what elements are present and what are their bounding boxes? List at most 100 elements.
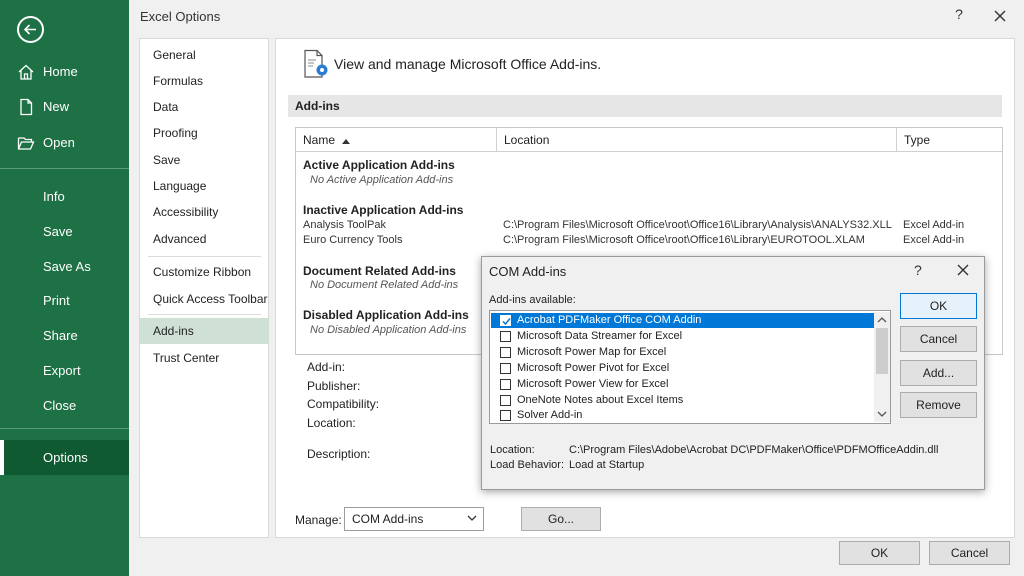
section-title: Add-ins	[288, 95, 1002, 117]
nav-item-trust-center[interactable]: Trust Center	[140, 345, 269, 371]
list-item-label: Microsoft Data Streamer for Excel	[517, 330, 683, 342]
group-empty-text: No Active Application Add-ins	[310, 174, 454, 186]
help-button[interactable]: ?	[949, 6, 969, 26]
backstage-save[interactable]: Save	[0, 214, 129, 249]
nav-item-data[interactable]: Data	[140, 94, 269, 120]
com-load-behavior-value: Load at Startup	[569, 459, 645, 471]
backstage-new-label: New	[43, 99, 70, 114]
addins-available-label: Add-ins available:	[489, 294, 576, 306]
backstage-save-label: Save	[43, 224, 73, 239]
column-header-name[interactable]: Name	[296, 128, 497, 152]
checkbox[interactable]	[500, 410, 511, 421]
backstage-open[interactable]: Open	[0, 125, 129, 160]
backstage-print-label: Print	[43, 293, 70, 308]
backstage-open-label: Open	[43, 135, 75, 150]
com-remove-button[interactable]: Remove	[900, 392, 977, 418]
nav-item-language[interactable]: Language	[140, 173, 269, 199]
nav-item-quick-access-toolbar[interactable]: Quick Access Toolbar	[140, 286, 269, 312]
home-icon	[17, 63, 41, 81]
com-ok-button[interactable]: OK	[900, 293, 977, 319]
ok-button[interactable]: OK	[839, 541, 920, 565]
detail-description-label: Description:	[307, 447, 371, 461]
close-icon[interactable]	[989, 5, 1011, 27]
scrollbar-thumb[interactable]	[876, 328, 888, 374]
table-cell-location: C:\Program Files\Microsoft Office\root\O…	[503, 219, 892, 231]
list-item-label: Solver Add-in	[517, 409, 583, 421]
backstage-divider	[0, 168, 129, 169]
list-item[interactable]: Microsoft Power View for Excel	[491, 377, 874, 392]
nav-item-accessibility[interactable]: Accessibility	[140, 199, 269, 225]
backstage-divider	[0, 428, 129, 429]
list-item-label: Microsoft Power View for Excel	[517, 378, 669, 390]
list-item[interactable]: Microsoft Power Map for Excel	[491, 345, 874, 360]
new-document-icon	[17, 98, 41, 116]
checkbox[interactable]	[500, 379, 511, 390]
nav-item-save[interactable]: Save	[140, 147, 269, 173]
list-item-label: OneNote Notes about Excel Items	[517, 394, 684, 406]
list-item[interactable]: Acrobat PDFMaker Office COM Addin	[491, 313, 874, 328]
table-cell-name[interactable]: Analysis ToolPak	[303, 219, 386, 231]
list-item[interactable]: Microsoft Data Streamer for Excel	[491, 329, 874, 344]
list-scrollbar[interactable]	[874, 312, 890, 422]
group-empty-text: No Document Related Add-ins	[310, 279, 459, 291]
backstage-save-as[interactable]: Save As	[0, 249, 129, 284]
column-name-label: Name	[303, 133, 336, 147]
backstage-share[interactable]: Share	[0, 318, 129, 353]
manage-select[interactable]: COM Add-ins	[344, 507, 484, 531]
cancel-button[interactable]: Cancel	[929, 541, 1010, 565]
nav-item-proofing[interactable]: Proofing	[140, 120, 269, 146]
list-item-label: Acrobat PDFMaker Office COM Addin	[517, 314, 702, 326]
backstage-export[interactable]: Export	[0, 353, 129, 388]
go-button[interactable]: Go...	[521, 507, 601, 531]
detail-addin-label: Add-in:	[307, 360, 346, 374]
back-arrow-icon[interactable]	[17, 16, 44, 43]
com-location-value: C:\Program Files\Adobe\Acrobat DC\PDFMak…	[569, 444, 939, 456]
chevron-down-icon	[467, 515, 477, 521]
com-load-behavior-label: Load Behavior:	[490, 459, 564, 471]
backstage-print[interactable]: Print	[0, 283, 129, 318]
nav-item-formulas[interactable]: Formulas	[140, 68, 269, 94]
table-cell-location: C:\Program Files\Microsoft Office\root\O…	[503, 234, 865, 246]
checkbox[interactable]	[500, 315, 511, 326]
table-cell-type: Excel Add-in	[903, 234, 965, 246]
chevron-up-icon[interactable]	[874, 313, 890, 327]
folder-open-icon	[17, 134, 41, 152]
nav-divider	[148, 314, 261, 315]
list-item[interactable]: Solver Add-in	[491, 408, 874, 423]
backstage-options[interactable]: Options	[0, 440, 129, 475]
group-title: Document Related Add-ins	[303, 264, 456, 278]
list-item[interactable]: OneNote Notes about Excel Items	[491, 393, 874, 408]
column-header-location[interactable]: Location	[497, 128, 897, 152]
nav-item-general[interactable]: General	[140, 42, 269, 68]
com-add-button[interactable]: Add...	[900, 360, 977, 386]
backstage-info-label: Info	[43, 189, 65, 204]
column-header-type[interactable]: Type	[897, 128, 1002, 152]
com-cancel-button[interactable]: Cancel	[900, 326, 977, 352]
table-cell-name[interactable]: Euro Currency Tools	[303, 234, 402, 246]
nav-divider	[148, 256, 261, 257]
checkbox[interactable]	[500, 347, 511, 358]
com-dialog-title: COM Add-ins	[489, 264, 567, 279]
group-title: Disabled Application Add-ins	[303, 308, 469, 322]
checkbox[interactable]	[500, 363, 511, 374]
com-location-label: Location:	[490, 444, 535, 456]
backstage-home[interactable]: Home	[0, 54, 129, 89]
com-addins-list: Acrobat PDFMaker Office COM Addin Micros…	[489, 310, 891, 424]
backstage-info[interactable]: Info	[0, 179, 129, 214]
checkbox[interactable]	[500, 395, 511, 406]
list-item[interactable]: Microsoft Power Pivot for Excel	[491, 361, 874, 376]
close-icon[interactable]	[956, 263, 970, 280]
backstage-share-label: Share	[43, 328, 78, 343]
list-item-label: Microsoft Power Pivot for Excel	[517, 362, 670, 374]
chevron-down-icon[interactable]	[874, 407, 890, 421]
sort-ascending-icon	[342, 139, 351, 144]
com-help-button[interactable]: ?	[914, 262, 922, 278]
backstage-close[interactable]: Close	[0, 388, 129, 423]
backstage-panel: Home New Open Info Save Save As Print Sh…	[0, 0, 129, 576]
com-addins-dialog: COM Add-ins ? Add-ins available: Acrobat…	[481, 256, 985, 490]
backstage-new[interactable]: New	[0, 89, 129, 124]
nav-item-add-ins[interactable]: Add-ins	[140, 318, 269, 344]
checkbox[interactable]	[500, 331, 511, 342]
nav-item-advanced[interactable]: Advanced	[140, 226, 269, 252]
nav-item-customize-ribbon[interactable]: Customize Ribbon	[140, 259, 269, 285]
